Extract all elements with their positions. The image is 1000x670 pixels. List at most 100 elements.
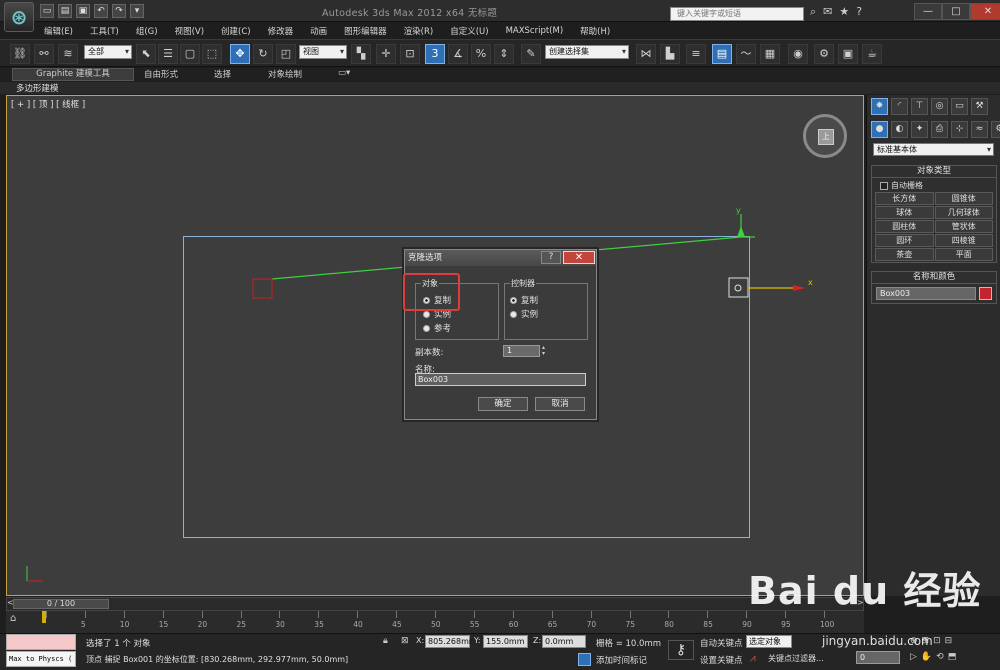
zoom-extents-icon[interactable]: ⊡ — [933, 636, 941, 646]
window-crossing-icon[interactable]: ⬚ — [202, 44, 222, 64]
utilities-tab-icon[interactable]: ⚒ — [971, 98, 988, 115]
object-reference-radio[interactable]: 参考 — [423, 322, 451, 334]
pan-icon[interactable]: ✋ — [921, 652, 932, 662]
copies-spinner[interactable]: 1 — [503, 345, 540, 357]
object-type-header[interactable]: 对象类型 — [872, 166, 996, 178]
menu-tools[interactable]: 工具(T) — [90, 25, 119, 37]
lights-icon[interactable]: ✦ — [911, 121, 928, 138]
spinner-arrows-icon[interactable]: ▴ ▾ — [542, 345, 549, 357]
app-logo-icon[interactable]: ⊛ — [4, 2, 34, 32]
hierarchy-tab-icon[interactable]: ⊤ — [911, 98, 928, 115]
set-key-button[interactable]: 设置关键点 — [700, 654, 743, 666]
motion-tab-icon[interactable]: ◎ — [931, 98, 948, 115]
material-editor-icon[interactable]: ◉ — [788, 44, 808, 64]
align-icon[interactable]: ▙ — [660, 44, 680, 64]
object-color-swatch[interactable] — [979, 287, 992, 300]
systems-icon[interactable]: ⚙ — [991, 121, 1000, 138]
layer-manager-icon[interactable]: ≡ — [686, 44, 706, 64]
z-coordinate-field[interactable]: 0.0mm — [542, 635, 586, 648]
key-filters-button[interactable]: 关键点过滤器... — [768, 653, 824, 664]
subscription-icon[interactable]: ✉ — [823, 5, 832, 19]
rect-selection-icon[interactable]: ▢ — [180, 44, 200, 64]
geometry-icon[interactable]: ● — [871, 121, 888, 138]
time-tag-icon[interactable] — [578, 653, 591, 666]
set-key-icon[interactable]: ⚷ — [668, 640, 694, 660]
orbit-icon[interactable]: ⟲ — [936, 652, 944, 662]
tube-button[interactable]: 管状体 — [934, 220, 993, 233]
favorites-icon[interactable]: ★ — [839, 5, 849, 19]
controller-copy-radio[interactable]: 复制 — [510, 294, 538, 306]
close-button[interactable]: ✕ — [970, 3, 1000, 20]
select-manipulate-icon[interactable]: ✛ — [376, 44, 396, 64]
maximize-button[interactable]: □ — [942, 3, 970, 20]
curve-editor-icon[interactable]: 〜 — [736, 44, 756, 64]
display-tab-icon[interactable]: ▭ — [951, 98, 968, 115]
torus-button[interactable]: 圆环 — [875, 234, 934, 247]
viewcube[interactable]: 上 — [803, 114, 847, 158]
zoom-extents-all-icon[interactable]: ⊟ — [945, 636, 953, 646]
y-coordinate-field[interactable]: 155.0mm — [483, 635, 528, 648]
select-object-icon[interactable]: ⬉ — [136, 44, 156, 64]
snaps-toggle-icon[interactable]: 3 — [425, 44, 445, 64]
ok-button[interactable]: 确定 — [478, 397, 528, 411]
select-scale-icon[interactable]: ◰ — [276, 44, 296, 64]
maxscript-listener[interactable] — [6, 634, 76, 650]
qat-menu-icon[interactable]: ▾ — [130, 4, 144, 18]
time-slider-thumb[interactable]: 0 / 100 — [13, 599, 109, 609]
current-frame-field[interactable]: 0 — [856, 651, 900, 664]
render-setup-icon[interactable]: ⚙ — [814, 44, 834, 64]
menu-create[interactable]: 创建(C) — [221, 25, 251, 37]
menu-maxscript[interactable]: MAXScript(M) — [506, 26, 564, 36]
select-by-name-icon[interactable]: ☰ — [158, 44, 178, 64]
fov-icon[interactable]: ▷ — [910, 652, 917, 662]
mirror-icon[interactable]: ⋈ — [636, 44, 656, 64]
track-bar[interactable]: ⌂ 5 10 15 20 25 30 35 40 45 50 55 60 65 70 75 80 85 90 95 1… — [6, 611, 864, 633]
box-button[interactable]: 长方体 — [875, 192, 934, 205]
menu-animation[interactable]: 动画 — [310, 25, 327, 37]
helpers-icon[interactable]: ⊹ — [951, 121, 968, 138]
menu-help[interactable]: 帮助(H) — [580, 25, 610, 37]
cylinder-button[interactable]: 圆柱体 — [875, 220, 934, 233]
add-time-tag[interactable]: 添加时间标记 — [596, 654, 647, 666]
absolute-mode-icon[interactable]: ⊠ — [401, 636, 409, 646]
teapot-button[interactable]: 茶壶 — [875, 248, 934, 261]
cone-button[interactable]: 圆锥体 — [934, 192, 993, 205]
modify-tab-icon[interactable]: ◜ — [891, 98, 908, 115]
keyboard-shortcut-icon[interactable]: ⊡ — [400, 44, 420, 64]
sphere-button[interactable]: 球体 — [875, 206, 934, 219]
edit-named-sets-icon[interactable]: ✎ — [521, 44, 541, 64]
menu-modifiers[interactable]: 修改器 — [268, 25, 294, 37]
menu-group[interactable]: 组(G) — [136, 25, 158, 37]
controller-instance-radio[interactable]: 实例 — [510, 308, 538, 320]
bind-spacewarp-icon[interactable]: ≋ — [58, 44, 78, 64]
schematic-view-icon[interactable]: ▦ — [760, 44, 780, 64]
menu-edit[interactable]: 编辑(E) — [44, 25, 73, 37]
name-color-header[interactable]: 名称和颜色 — [872, 272, 996, 284]
unlink-icon[interactable]: ⚯ — [34, 44, 54, 64]
clone-name-input[interactable]: Box003 — [415, 373, 586, 386]
pivot-center-icon[interactable]: ▚ — [351, 44, 371, 64]
dialog-close-button[interactable]: ✕ — [563, 251, 595, 264]
menu-rendering[interactable]: 渲染(R) — [404, 25, 434, 37]
open-mini-curve-editor-icon[interactable]: ⌂ — [10, 613, 16, 624]
polygon-modeling-label[interactable]: 多边形建模 — [16, 82, 59, 94]
time-slider[interactable]: 0 / 100 < > — [6, 597, 864, 611]
pyramid-button[interactable]: 四棱锥 — [934, 234, 993, 247]
named-selection-select[interactable]: 创建选择集 — [545, 45, 629, 59]
select-move-icon[interactable]: ✥ — [230, 44, 250, 64]
primitive-category-select[interactable]: 标准基本体 — [873, 143, 994, 156]
open-file-icon[interactable]: ▤ — [58, 4, 72, 18]
menu-customize[interactable]: 自定义(U) — [450, 25, 488, 37]
object-name-field[interactable]: Box003 — [876, 287, 976, 300]
plane-button[interactable]: 平面 — [934, 248, 993, 261]
x-coordinate-field[interactable]: 805.268mr — [425, 635, 472, 648]
redo-icon[interactable]: ↷ — [112, 4, 126, 18]
tab-object-paint[interactable]: 对象绘制 — [268, 68, 302, 80]
selection-filter-select[interactable]: 全部 — [84, 45, 132, 59]
create-tab-icon[interactable]: ✸ — [871, 98, 888, 115]
menu-graph-editors[interactable]: 图形编辑器 — [344, 25, 387, 37]
key-selection-set-select[interactable]: 选定对象 — [746, 635, 792, 648]
search-input[interactable]: 键入关键字或短语 — [670, 7, 804, 21]
cameras-icon[interactable]: ⎙ — [931, 121, 948, 138]
graphite-toggle-icon[interactable]: ▤ — [712, 44, 732, 64]
